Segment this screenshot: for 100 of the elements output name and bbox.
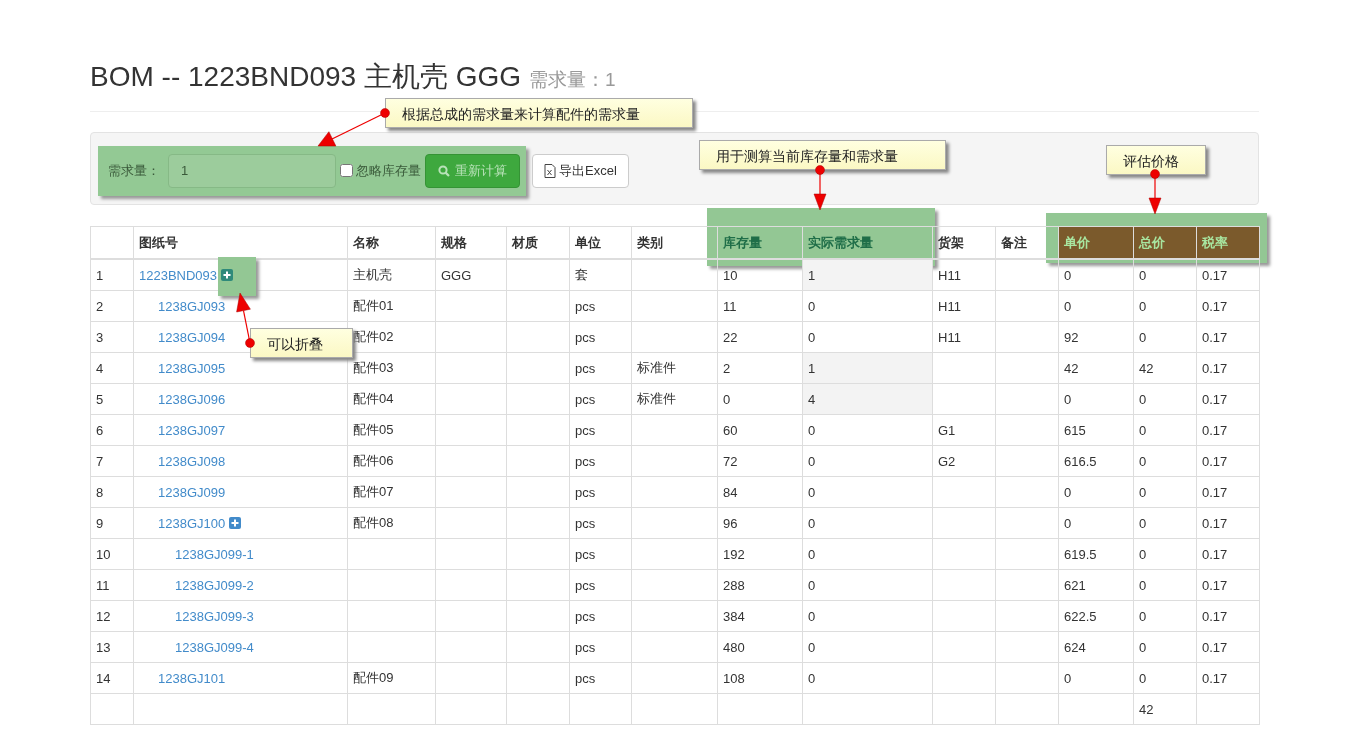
table-cell: pcs bbox=[575, 360, 596, 376]
export-excel-button[interactable]: 导出Excel bbox=[532, 153, 629, 188]
table-cell: 配件03 bbox=[353, 360, 394, 375]
table-cell: H11 bbox=[938, 298, 961, 314]
table-cell: 0.17 bbox=[1202, 608, 1228, 624]
table-cell: 619.5 bbox=[1064, 546, 1097, 562]
table-cell: 0.17 bbox=[1202, 360, 1228, 376]
drawing-number-link[interactable]: 1238GJ100 bbox=[158, 515, 226, 531]
table-cell: 0 bbox=[1139, 608, 1147, 624]
table-cell: 0.17 bbox=[1202, 639, 1228, 655]
table-cell: 0 bbox=[1139, 639, 1147, 655]
column-header: 名称 bbox=[347, 226, 436, 259]
table-cell: 0 bbox=[723, 391, 731, 407]
table-cell: G2 bbox=[938, 453, 956, 469]
table-cell: 配件09 bbox=[353, 670, 394, 685]
quantity-label: 需求量： bbox=[108, 161, 160, 180]
row-number: 5 bbox=[96, 391, 104, 407]
column-header: 税率 bbox=[1196, 226, 1260, 259]
drawing-number-link[interactable]: 1238GJ096 bbox=[158, 391, 226, 407]
table-cell: 1 bbox=[802, 352, 933, 384]
drawing-number-link[interactable]: 1238GJ099 bbox=[158, 484, 226, 500]
table-cell: 配件06 bbox=[353, 453, 394, 468]
table-cell: 0 bbox=[1064, 670, 1072, 686]
row-number: 10 bbox=[96, 546, 111, 562]
table-cell: pcs bbox=[575, 453, 596, 469]
table-cell: 0 bbox=[802, 414, 933, 446]
table-cell: pcs bbox=[575, 608, 596, 624]
table-cell: pcs bbox=[575, 639, 596, 655]
table-cell: 0.17 bbox=[1202, 298, 1228, 314]
row-number: 1 bbox=[96, 267, 104, 283]
table-cell: pcs bbox=[575, 670, 596, 686]
table-cell: 0.17 bbox=[1202, 515, 1228, 531]
table-cell: pcs bbox=[575, 391, 596, 407]
table-cell: pcs bbox=[575, 422, 596, 438]
table-cell: 72 bbox=[723, 453, 738, 469]
drawing-number-link[interactable]: 1238GJ099-3 bbox=[175, 608, 254, 624]
table-cell: 480 bbox=[723, 639, 745, 655]
table-cell: pcs bbox=[575, 329, 596, 345]
table-cell: 108 bbox=[723, 670, 745, 686]
row-number: 4 bbox=[96, 360, 104, 376]
search-icon bbox=[438, 164, 450, 177]
table-cell: 622.5 bbox=[1064, 608, 1097, 624]
table-cell: 0 bbox=[1064, 484, 1072, 500]
drawing-number-link[interactable]: 1238GJ098 bbox=[158, 453, 226, 469]
highlight-box bbox=[218, 256, 257, 296]
row-number: 7 bbox=[96, 453, 104, 469]
table-cell: 0.17 bbox=[1202, 484, 1228, 500]
table-cell: G1 bbox=[938, 422, 956, 438]
page-subtitle: 需求量：1 bbox=[529, 68, 616, 92]
table-cell: 624 bbox=[1064, 639, 1086, 655]
table-cell: 0 bbox=[802, 569, 933, 601]
row-number: 12 bbox=[96, 608, 111, 624]
drawing-number-link[interactable]: 1238GJ099-2 bbox=[175, 577, 254, 593]
table-cell: 0 bbox=[1139, 670, 1147, 686]
table-cell: pcs bbox=[575, 298, 596, 314]
drawing-number-link[interactable]: 1238GJ095 bbox=[158, 360, 226, 376]
column-header: 库存量 bbox=[717, 226, 803, 259]
expand-icon[interactable] bbox=[229, 516, 242, 529]
recalculate-button[interactable]: 重新计算 bbox=[425, 153, 520, 188]
table-cell: 0 bbox=[802, 290, 933, 322]
table-cell: pcs bbox=[575, 546, 596, 562]
column-header: 总价 bbox=[1133, 226, 1197, 259]
drawing-number-link[interactable]: 1223BND093 bbox=[139, 267, 218, 283]
table-cell: 配件05 bbox=[353, 422, 394, 437]
column-header: 规格 bbox=[435, 226, 507, 259]
table-cell: 10 bbox=[723, 267, 738, 283]
table-cell: 0 bbox=[1064, 267, 1072, 283]
table-cell: 配件07 bbox=[353, 484, 394, 499]
table-cell: 0 bbox=[802, 662, 933, 694]
drawing-number-link[interactable]: 1238GJ094 bbox=[158, 329, 226, 345]
drawing-number-link[interactable]: 1238GJ093 bbox=[158, 298, 226, 314]
drawing-number-link[interactable]: 1238GJ097 bbox=[158, 422, 226, 438]
drawing-number-link[interactable]: 1238GJ099-1 bbox=[175, 546, 254, 562]
callout-note: 用于测算当前库存量和需求量 bbox=[699, 140, 946, 170]
table-cell: 0 bbox=[1139, 391, 1147, 407]
drawing-number-link[interactable]: 1238GJ101 bbox=[158, 670, 226, 686]
table-cell: 0 bbox=[802, 445, 933, 477]
ignore-stock-checkbox[interactable] bbox=[340, 164, 353, 177]
drawing-number-link[interactable]: 1238GJ099-4 bbox=[175, 639, 254, 655]
total-sum: 42 bbox=[1139, 701, 1154, 717]
table-cell: 192 bbox=[723, 546, 745, 562]
table-cell: 套 bbox=[575, 267, 588, 282]
row-number: 11 bbox=[96, 577, 110, 593]
quantity-field[interactable]: 1 bbox=[168, 153, 336, 188]
callout-arrow bbox=[1147, 166, 1163, 216]
table-cell: 2 bbox=[723, 360, 731, 376]
table-cell: 4 bbox=[802, 383, 933, 415]
table-cell: 0 bbox=[802, 600, 933, 632]
table-cell: 1 bbox=[802, 259, 933, 291]
table-cell: 0 bbox=[1064, 391, 1072, 407]
table-cell: 0 bbox=[1139, 577, 1147, 593]
table-cell: 616.5 bbox=[1064, 453, 1097, 469]
table-cell: 0.17 bbox=[1202, 391, 1228, 407]
table-cell: 0 bbox=[802, 538, 933, 570]
table-cell: pcs bbox=[575, 515, 596, 531]
table-cell: 0 bbox=[802, 476, 933, 508]
callout-note: 可以折叠 bbox=[250, 328, 353, 358]
callout-note: 根据总成的需求量来计算配件的需求量 bbox=[385, 98, 693, 128]
row-number: 2 bbox=[96, 298, 104, 314]
table-cell: 配件08 bbox=[353, 515, 394, 530]
